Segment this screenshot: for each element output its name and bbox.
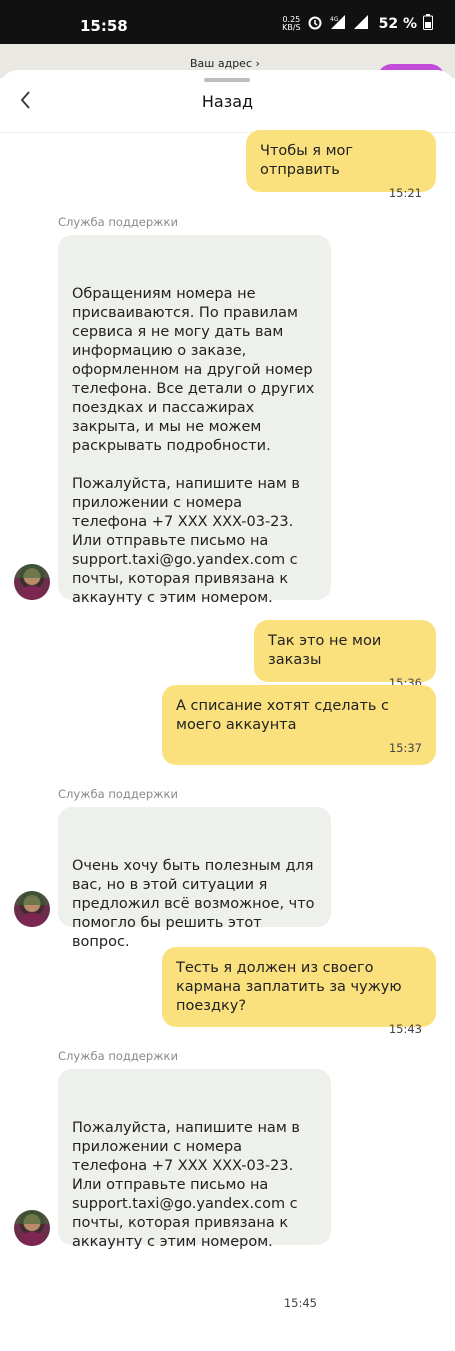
support-avatar — [14, 891, 50, 927]
outgoing-message: Чтобы я мог отправить 15:21 — [246, 130, 436, 200]
status-time: 15:58 — [80, 17, 128, 35]
message-time: 15:21 — [388, 186, 422, 200]
message-text: Очень хочу быть полезным для вас, но в э… — [72, 858, 320, 950]
svg-text:4G: 4G — [330, 16, 339, 23]
message-text: Обращениям номера не присваиваются. По п… — [72, 286, 315, 606]
message-text: А списание хотят сделать с моего аккаунт… — [176, 698, 394, 733]
outgoing-message: Тесть я должен из своего кармана заплати… — [162, 947, 436, 1036]
message-text: Пожалуйста, напишите нам в приложении с … — [72, 1120, 305, 1250]
outgoing-message: Так это не мои заказы 15:36 — [254, 620, 436, 690]
signal-icon — [353, 14, 369, 34]
battery-percent: 52 % — [378, 16, 417, 32]
incoming-message: Пожалуйста, напишите нам в приложении с … — [58, 1069, 331, 1310]
incoming-message: Очень хочу быть полезным для вас, но в э… — [58, 807, 331, 1010]
message-text: Так это не мои заказы — [268, 633, 386, 668]
message-text: Чтобы я мог отправить — [260, 143, 358, 178]
message-text: Тесть я должен из своего кармана заплати… — [176, 960, 407, 1014]
incoming-message: Обращениям номера не присваиваются. По п… — [58, 235, 331, 666]
battery-icon — [423, 14, 433, 34]
sender-label: Служба поддержки — [58, 787, 178, 801]
network-speed: 0.25 KB/S — [282, 16, 301, 32]
page-title: Назад — [201, 92, 254, 111]
alarm-icon — [307, 14, 323, 34]
message-time: 15:43 — [388, 1022, 422, 1036]
network-speed-unit: KB/S — [282, 23, 301, 32]
sender-label: Служба поддержки — [58, 1049, 178, 1063]
lte-signal-icon: 4G — [329, 14, 347, 34]
chat-sheet: Назад Чтобы я мог отправить 15:21 Служба… — [0, 70, 455, 1310]
support-avatar — [14, 564, 50, 600]
sender-label: Служба поддержки — [58, 215, 178, 229]
message-time: 15:45 — [283, 1296, 317, 1310]
outgoing-message: А списание хотят сделать с моего аккаунт… — [162, 685, 436, 765]
status-icons: 0.25 KB/S 4G 52 % — [282, 14, 433, 34]
status-bar: 15:58 0.25 KB/S 4G 52 % — [0, 0, 455, 44]
chat-header: Назад — [0, 70, 455, 133]
your-address-link[interactable]: Ваш адрес › — [190, 57, 260, 70]
message-time: 15:37 — [388, 741, 422, 755]
support-avatar — [14, 1210, 50, 1246]
